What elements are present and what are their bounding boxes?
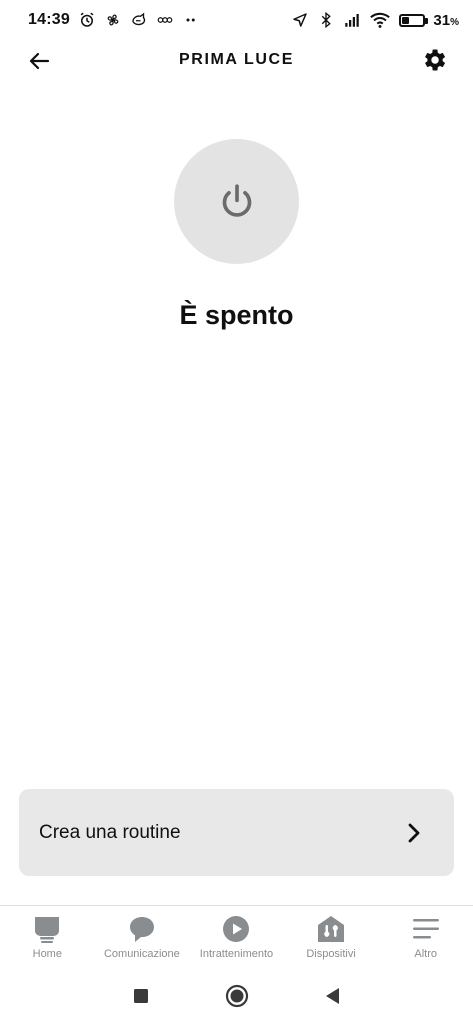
nav-label: Dispositivi	[306, 948, 356, 960]
gear-icon	[425, 49, 446, 71]
battery-unit: %	[450, 16, 459, 28]
play-icon	[223, 916, 250, 942]
alarm-icon	[78, 11, 96, 29]
battery-text: 31%	[433, 12, 459, 29]
triangle-back-icon	[325, 987, 339, 1004]
recents-button[interactable]	[93, 976, 189, 1016]
back-system-button[interactable]	[285, 976, 381, 1016]
settings-button[interactable]	[419, 45, 449, 75]
status-right: 31%	[291, 11, 459, 29]
chat-icon	[130, 11, 148, 29]
status-bar: 14:39 31%	[0, 0, 473, 40]
home-icon	[35, 917, 60, 943]
system-nav-bar	[0, 967, 473, 1024]
nav-label: Intrattenimento	[199, 948, 274, 960]
nav-label: Home	[32, 948, 62, 960]
nav-item-dispositivi[interactable]: Dispositivi	[284, 906, 379, 960]
page-title: PRIMA LUCE	[179, 51, 294, 68]
power-button[interactable]	[174, 139, 299, 264]
battery-icon	[399, 13, 429, 27]
routine-label: Crea una routine	[39, 821, 181, 843]
device-state-text: È spento	[179, 300, 294, 330]
header: PRIMA LUCE	[0, 40, 473, 80]
circle-icon	[225, 984, 248, 1007]
status-left: 14:39	[28, 11, 200, 29]
signal-icon	[343, 11, 361, 29]
bluetooth-icon	[317, 11, 335, 29]
devices-icon	[318, 916, 345, 942]
battery-fill	[402, 16, 410, 24]
screen: 14:39 31% PRIMA LUCE È spento Crea una r…	[0, 0, 473, 1024]
back-button[interactable]	[24, 46, 54, 76]
nav-label: Comunicazione	[103, 948, 180, 960]
more-dots-icon	[182, 11, 200, 29]
bubble-icon	[156, 11, 174, 29]
status-time: 14:39	[28, 11, 70, 28]
nav-item-comunicazione[interactable]: Comunicazione	[95, 906, 190, 960]
back-arrow-icon	[29, 52, 50, 70]
battery-percent: 31	[433, 11, 451, 29]
nav-item-altro[interactable]: Altro	[378, 906, 473, 960]
nav-label: Altro	[414, 948, 437, 960]
create-routine-button[interactable]: Crea una routine	[19, 789, 454, 876]
nav-item-home[interactable]: Home	[0, 906, 95, 960]
power-icon	[222, 183, 251, 217]
location-arrow-icon	[291, 11, 309, 29]
battery-indicator: 31%	[399, 12, 459, 29]
menu-icon	[412, 919, 439, 939]
chevron-right-icon	[404, 821, 424, 845]
speech-bubble-icon	[129, 917, 154, 942]
home-system-button[interactable]	[189, 976, 285, 1016]
square-icon	[133, 988, 148, 1003]
fan-icon	[104, 11, 122, 29]
wifi-icon	[369, 11, 391, 29]
nav-item-intrattenimento[interactable]: Intrattenimento	[189, 906, 284, 960]
bottom-nav: Home Comunicazione Intrattenimento Dispo…	[0, 905, 473, 967]
